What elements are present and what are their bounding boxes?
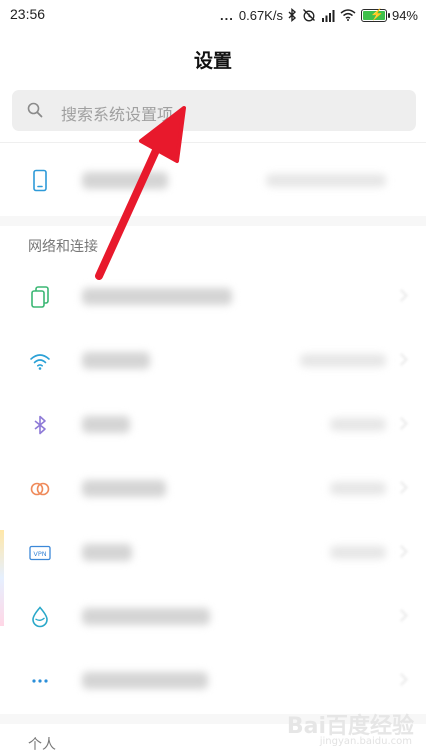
settings-row-vpn[interactable]: VPN [0, 520, 426, 584]
connection-sharing-icon [30, 482, 50, 496]
wifi-status-icon [340, 9, 356, 21]
page-title: 设置 [193, 50, 232, 72]
settings-row-sim[interactable] [0, 264, 426, 328]
chevron-right-icon [395, 417, 408, 430]
alarm-off-icon [303, 9, 315, 22]
chevron-right-icon [395, 545, 408, 558]
status-indicators: ... 0.67K/s ⚡ 94% [220, 5, 418, 25]
settings-row-sharing[interactable] [0, 456, 426, 520]
status-bar: 23:56 ... 0.67K/s ⚡ 94% [0, 0, 426, 32]
more-notifications-icon: ... [220, 7, 234, 23]
search-icon [27, 102, 43, 118]
section-header-personal: 个人 [28, 737, 56, 753]
row-label-blurred [82, 544, 132, 561]
phone-icon [33, 169, 47, 192]
chevron-right-icon [395, 353, 408, 366]
status-time: 23:56 [10, 6, 46, 22]
battery-percentage: 94% [391, 7, 418, 23]
row-label-blurred [82, 416, 130, 433]
row-value-blurred [330, 482, 386, 495]
row-value-blurred [266, 174, 386, 187]
chevron-right-icon [395, 481, 408, 494]
sim-cards-icon [31, 286, 49, 308]
svg-text:VPN: VPN [33, 550, 46, 558]
wifi-icon [30, 354, 50, 370]
row-label-blurred [82, 480, 166, 497]
signal-icon [321, 9, 335, 22]
bluetooth-icon [34, 415, 46, 435]
settings-row-device[interactable] [0, 148, 426, 212]
row-value-blurred [330, 418, 386, 431]
settings-row-data[interactable] [0, 584, 426, 648]
section-header-network: 网络和连接 [28, 239, 98, 255]
row-label-blurred [82, 608, 210, 625]
search-input[interactable]: 搜索系统设置项 [12, 90, 416, 131]
vpn-icon: VPN [29, 545, 51, 561]
row-label-blurred [82, 172, 168, 189]
network-speed: 0.67K/s [238, 7, 283, 23]
watermark-url: jingyan.baidu.com [319, 736, 412, 747]
row-value-blurred [330, 546, 386, 559]
row-value-blurred [300, 354, 386, 367]
bluetooth-status-icon [288, 8, 297, 22]
chevron-right-icon [395, 289, 408, 302]
search-placeholder: 搜索系统设置项 [61, 105, 174, 124]
row-label-blurred [82, 352, 150, 369]
chevron-right-icon [395, 673, 408, 686]
edge-tint [0, 530, 4, 626]
settings-row-bluetooth[interactable] [0, 392, 426, 456]
section-separator [0, 216, 426, 226]
watermark: Bai百度经验 jingyan.baidu.com [270, 700, 420, 754]
divider [0, 142, 426, 143]
row-label-blurred [82, 288, 232, 305]
chevron-right-icon [395, 609, 408, 622]
data-drop-icon [32, 606, 48, 628]
more-icon [32, 679, 48, 683]
battery-icon: ⚡ [360, 8, 390, 22]
row-label-blurred [82, 672, 208, 689]
settings-row-wifi[interactable] [0, 328, 426, 392]
